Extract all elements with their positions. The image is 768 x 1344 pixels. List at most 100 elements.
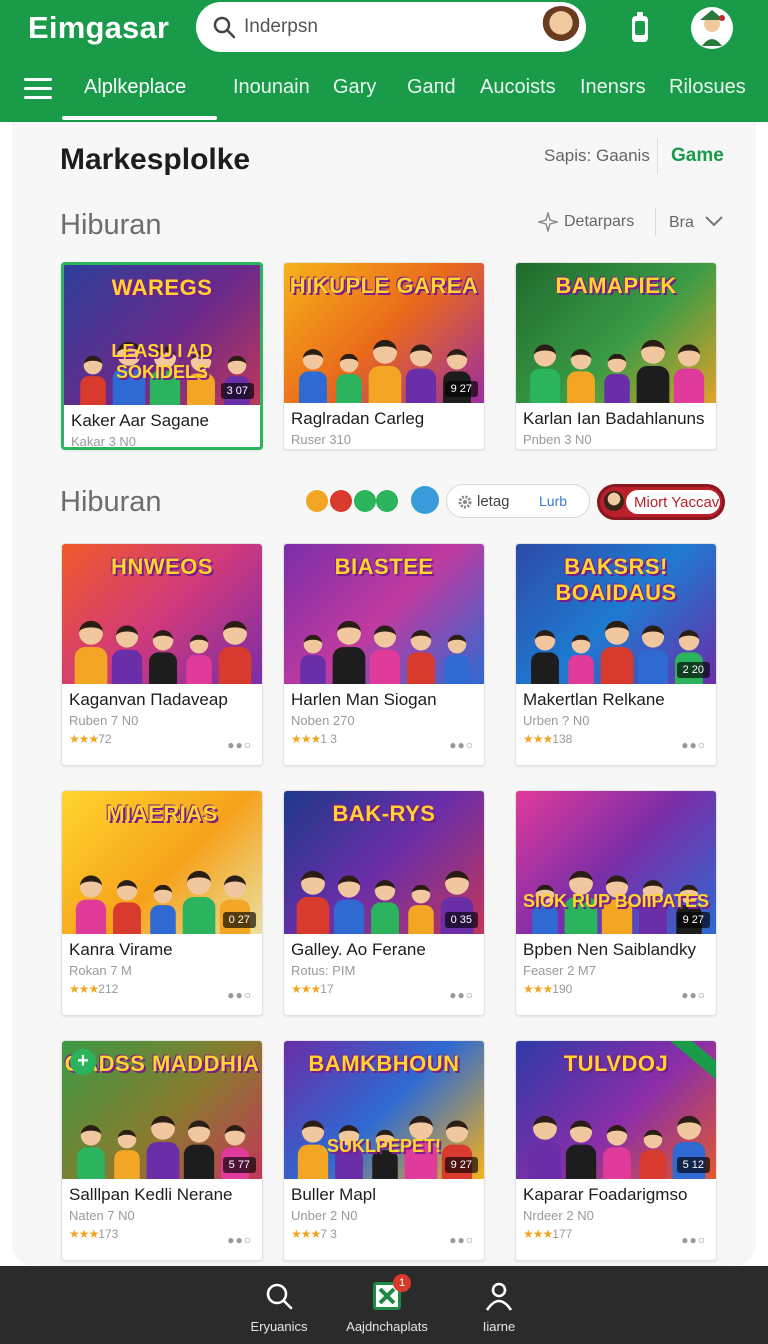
more-options-icon[interactable]: ●●○ <box>227 988 252 1002</box>
user-avatar <box>604 491 624 511</box>
game-title[interactable]: Kaker Aar Sagane <box>71 411 253 431</box>
game-card[interactable]: BAMAPIEK Karlan Ian Badahlanuns Pnben 3 N0… <box>515 262 717 450</box>
tab-7[interactable]: Rilosues <box>669 76 746 99</box>
character-figure <box>600 620 634 684</box>
game-thumbnail[interactable]: BAMAPIEK <box>516 263 716 403</box>
tab-5[interactable]: Aucoists <box>480 76 556 99</box>
game-link[interactable]: Game <box>671 145 724 167</box>
game-thumbnail[interactable]: SIOK RUP BOIIPATES 9 27 <box>516 791 716 934</box>
menu-icon[interactable] <box>24 78 52 100</box>
more-options-icon[interactable]: ●●○ <box>449 738 474 752</box>
rating-count: 7 3 <box>320 1227 337 1241</box>
section-title: Hiburan <box>60 209 162 241</box>
game-thumbnail[interactable]: BAKSRS! BOAIDAUS 2 20 <box>516 544 716 684</box>
tag-chip[interactable]: letag Lurb <box>446 484 590 518</box>
character-figure <box>528 1115 562 1179</box>
game-title[interactable]: Harlen Man Siogan <box>291 690 477 710</box>
chip-orange-icon[interactable] <box>306 490 328 512</box>
tab-6[interactable]: Inensrs <box>580 76 646 99</box>
search-bar[interactable]: Inderpsn <box>196 2 586 52</box>
dropdown-label[interactable]: Bra <box>669 214 694 232</box>
more-options-icon[interactable]: ●●○ <box>681 1233 706 1247</box>
chip-red-icon[interactable] <box>330 490 352 512</box>
nav-apps[interactable]: 1 Aajdnchaplats <box>332 1274 442 1334</box>
search-avatar[interactable] <box>538 4 584 50</box>
nav-label: Aajdnchaplats <box>346 1319 428 1334</box>
sort-selector[interactable]: Sapis: Gaanis <box>544 146 650 166</box>
character-figure <box>444 634 470 684</box>
game-title[interactable]: Raglradan Carleg <box>291 409 477 429</box>
game-title[interactable]: Kaparar Foadarigmso <box>523 1185 709 1205</box>
star-icon: ★★★ <box>291 1227 321 1241</box>
game-thumbnail[interactable]: HNWEOS <box>62 544 262 684</box>
game-title[interactable]: Kanra Virame <box>69 940 255 960</box>
game-title[interactable]: Buller Mapl <box>291 1185 477 1205</box>
game-thumbnail[interactable]: WAREGS LEASU I AD SOKIDELS 3 07 <box>64 265 260 405</box>
game-subtitle: Pnben 3 N0 <box>523 432 592 447</box>
more-options-icon[interactable]: ●●○ <box>681 738 706 752</box>
game-card[interactable]: BAMKBHOUN SUKLPEPET! 9 27 Buller Mapl Unber … <box>283 1040 485 1261</box>
game-thumbnail[interactable]: MIAERIAS 0 27 <box>62 791 262 934</box>
game-title[interactable]: Bpben Nen Saiblandky <box>523 940 709 960</box>
game-title[interactable]: Makertlan Relkane <box>523 690 709 710</box>
more-options-icon[interactable]: ●●○ <box>227 738 252 752</box>
star-icon: ★★★ <box>523 732 553 746</box>
game-card[interactable]: HNWEOS Kaganvan Πadaveap Ruben 7 N0 ★★★72 ●●… <box>61 543 263 766</box>
filter-button[interactable]: Detarpars <box>538 212 634 232</box>
more-options-icon[interactable]: ●●○ <box>449 988 474 1002</box>
chevron-down-icon[interactable] <box>704 214 724 228</box>
game-subtitle: Ruben 7 N0 <box>69 713 139 728</box>
game-info: Bpben Nen Saiblandky Feaser 2 M7 ★★★190 ●●○ <box>516 934 716 1014</box>
characters-illustration <box>72 614 252 684</box>
game-info: Raglradan CarlegRuser 310★★★12●●○ <box>284 403 484 449</box>
phone-icon[interactable] <box>620 8 660 48</box>
bottom-navigation: Eryuanics 1 Aajdnchaplats Iiarne <box>0 1266 768 1344</box>
nav-explore[interactable]: Eryuanics <box>224 1280 334 1334</box>
game-thumbnail[interactable]: BIASTEE <box>284 544 484 684</box>
tab-marketplace[interactable]: Alplkeplace <box>84 76 186 99</box>
add-icon[interactable]: + <box>70 1049 96 1075</box>
character-figure <box>332 620 366 684</box>
brand-logo[interactable]: Eimgasar <box>28 10 169 46</box>
game-thumbnail[interactable]: HIKUPLE GAREA 9 27 <box>284 263 484 403</box>
game-info: Buller Mapl Unber 2 N0 ★★★7 3 ●●○ <box>284 1179 484 1259</box>
profile-avatar-icon[interactable] <box>690 6 734 50</box>
game-title[interactable]: Salllpan Kedli Nerane <box>69 1185 255 1205</box>
game-card[interactable]: HIKUPLE GAREA 9 27 Raglradan Carleg Ruser 3… <box>283 262 485 450</box>
bird-icon[interactable] <box>411 486 439 514</box>
game-thumbnail[interactable]: BAMKBHOUN SUKLPEPET! 9 27 <box>284 1041 484 1179</box>
tab-3[interactable]: Gary <box>333 76 376 99</box>
game-card[interactable]: BIASTEE Harlen Man Siogan Noben 270 ★★★1 3 ●… <box>283 543 485 766</box>
game-card[interactable]: BAKSRS! BOAIDAUS 2 20 Makertlan Relkane Urb… <box>515 543 717 766</box>
character-figure <box>183 1120 215 1179</box>
more-options-icon[interactable]: ●●○ <box>227 1233 252 1247</box>
game-thumbnail[interactable]: TULVDOJ 5 12 <box>516 1041 716 1179</box>
more-options-icon[interactable]: ●●○ <box>449 1233 474 1247</box>
game-title[interactable]: Karlan Ian Badahlanuns <box>523 409 709 429</box>
chip-green-icon[interactable] <box>354 490 376 512</box>
character-figure <box>186 634 212 684</box>
game-card[interactable]: BAK-RYS 0 35 Galley. Ao Ferane Rotus: PIM ★★… <box>283 790 485 1016</box>
nav-profile[interactable]: Iiarne <box>444 1280 554 1334</box>
game-card[interactable]: GADSS MADDHIA 5 77 + Salllpan Kedli Nerane N… <box>61 1040 263 1261</box>
game-title[interactable]: Kaganvan Πadaveap <box>69 690 255 710</box>
character-figure <box>114 1129 140 1179</box>
nav-label: Iiarne <box>482 1319 516 1334</box>
game-info: Kaker Aar SaganeKakar 3 N0★★★11●●○ <box>64 405 260 447</box>
game-title[interactable]: Galley. Ao Ferane <box>291 940 477 960</box>
more-options-icon[interactable]: ●●○ <box>681 988 706 1002</box>
chip-green-icon[interactable] <box>376 490 398 512</box>
search-input[interactable]: Inderpsn <box>244 16 318 38</box>
game-card[interactable]: WAREGS LEASU I AD SOKIDELS 3 07 Kaker Aar S… <box>61 262 263 450</box>
tag-chip-link[interactable]: Lurb <box>539 493 567 509</box>
tab-2[interactable]: Inounain <box>233 76 310 99</box>
game-thumbnail[interactable]: BAK-RYS 0 35 <box>284 791 484 934</box>
game-card[interactable]: SIOK RUP BOIIPATES 9 27 Bpben Nen Saibland… <box>515 790 717 1016</box>
game-thumbnail[interactable]: GADSS MADDHIA 5 77 + <box>62 1041 262 1179</box>
tab-4[interactable]: Gaпd <box>407 76 456 99</box>
game-card[interactable]: MIAERIAS 0 27 Kanra Virame Rokan 7 M ★★★212 ●… <box>61 790 263 1016</box>
character-figure <box>369 625 401 684</box>
user-chip[interactable]: Miort Yaccav <box>597 484 725 520</box>
character-figure <box>603 1125 631 1179</box>
game-card[interactable]: TULVDOJ 5 12 Kaparar Foadarigmso Nrdeer 2 N… <box>515 1040 717 1261</box>
